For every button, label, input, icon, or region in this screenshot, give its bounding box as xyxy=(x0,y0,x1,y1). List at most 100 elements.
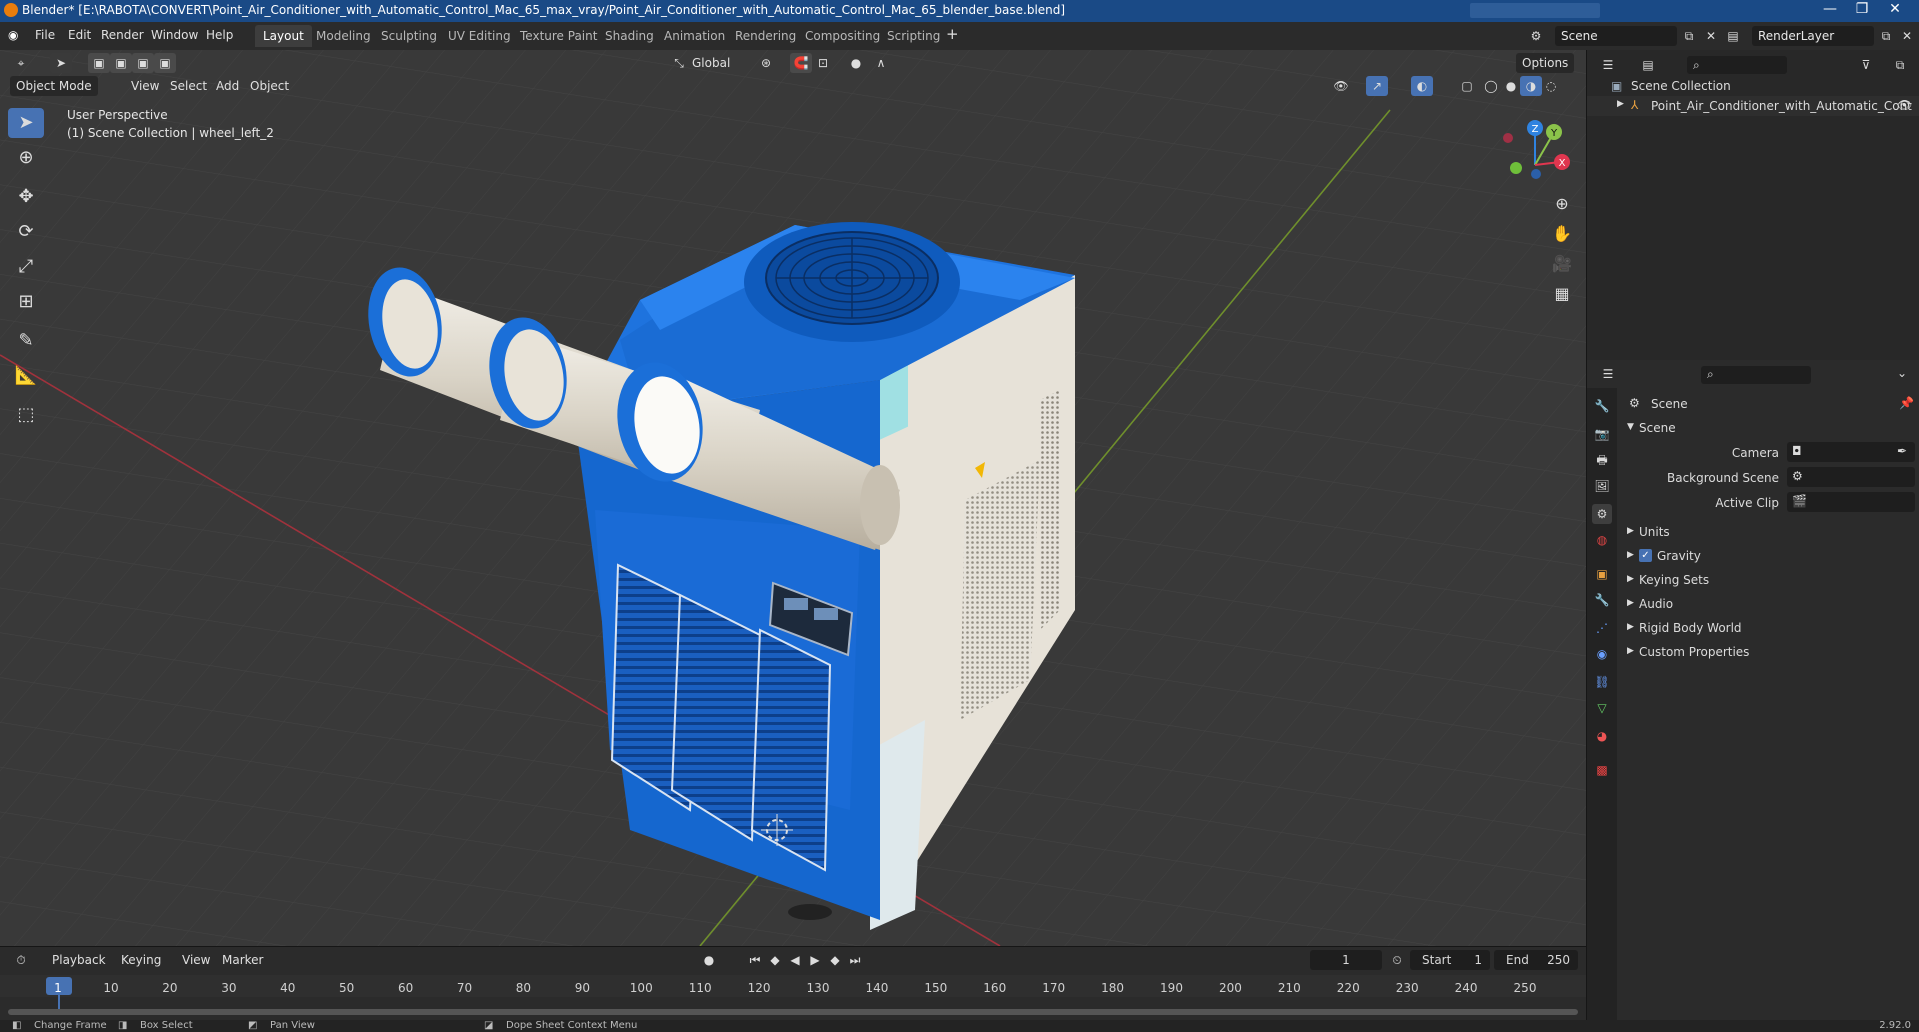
snap-target-icon[interactable]: ⊡ xyxy=(812,53,834,73)
new-view-layer-icon[interactable]: ⧉ xyxy=(1875,26,1897,46)
scene-tab-icon[interactable]: ⚙ xyxy=(1592,504,1612,524)
snap-toggle-icon[interactable]: 🧲 xyxy=(790,53,812,73)
new-scene-icon[interactable]: ⧉ xyxy=(1678,26,1700,46)
particles-tab-icon[interactable]: ⋰ xyxy=(1592,618,1612,638)
object-tab-icon[interactable]: ▣ xyxy=(1592,564,1612,584)
tab-compositing[interactable]: Compositing xyxy=(797,25,888,47)
gizmo-toggle-icon[interactable]: ↗ xyxy=(1366,76,1388,96)
options-dropdown[interactable]: Options xyxy=(1516,53,1575,73)
scene-collection-label[interactable]: Scene Collection xyxy=(1631,79,1731,93)
data-tab-icon[interactable]: ▽ xyxy=(1592,698,1612,718)
world-tab-icon[interactable]: ◍ xyxy=(1592,530,1612,550)
rigid-body-expand-icon[interactable]: ▶ xyxy=(1627,622,1634,632)
viewport-menu-view[interactable]: View xyxy=(125,76,165,96)
output-tab-icon[interactable]: 🖶 xyxy=(1592,450,1612,470)
visibility-icon[interactable]: 👁 xyxy=(1330,76,1352,96)
delete-view-layer-icon[interactable]: ✕ xyxy=(1896,26,1918,46)
properties-options-icon[interactable]: ⌄ xyxy=(1897,366,1907,380)
move-tool-icon[interactable]: ✥ xyxy=(8,182,44,212)
constraints-tab-icon[interactable]: ⛓ xyxy=(1592,672,1612,692)
modifier-tab-icon[interactable]: 🔧 xyxy=(1592,590,1612,610)
select-box-tool-icon[interactable]: ➤ xyxy=(8,108,44,138)
audio-expand-icon[interactable]: ▶ xyxy=(1627,598,1634,608)
timeline-menu-playback[interactable]: Playback xyxy=(46,950,112,970)
timeline-scrollbar[interactable] xyxy=(8,1009,1578,1015)
view-layer-field[interactable]: RenderLayer xyxy=(1752,26,1874,46)
measure-tool-icon[interactable]: 📐 xyxy=(8,361,44,391)
units-panel[interactable]: Units xyxy=(1639,525,1670,539)
background-scene-field[interactable] xyxy=(1787,467,1915,487)
tab-sculpting[interactable]: Sculpting xyxy=(373,25,445,47)
timeline-menu-keying[interactable]: Keying xyxy=(115,950,167,970)
tab-rendering[interactable]: Rendering xyxy=(727,25,804,47)
jump-end-icon[interactable]: ⏭ xyxy=(844,950,866,970)
tab-layout[interactable]: Layout xyxy=(255,25,312,47)
falloff-icon[interactable]: ∧ xyxy=(870,53,892,73)
material-tab-icon[interactable]: ◕ xyxy=(1592,726,1612,746)
transform-tool-icon[interactable]: ⊞ xyxy=(8,287,44,317)
viewport-menu-select[interactable]: Select xyxy=(164,76,213,96)
physics-tab-icon[interactable]: ◉ xyxy=(1592,644,1612,664)
view-layer-tab-icon[interactable]: 🖼 xyxy=(1592,476,1612,496)
blender-menu-icon[interactable]: ◉ xyxy=(8,28,18,42)
menu-render[interactable]: Render xyxy=(101,28,144,42)
outliner-row[interactable]: ▶ ⅄ Point_Air_Conditioner_with_Automatic… xyxy=(1587,96,1919,116)
transform-orientation-dropdown[interactable]: Global xyxy=(686,53,736,73)
units-expand-icon[interactable]: ▶ xyxy=(1627,526,1634,536)
eyedropper-icon[interactable]: ✒ xyxy=(1897,444,1907,458)
select-subtract-icon[interactable]: ▣ xyxy=(132,53,154,73)
scene-selector-icon[interactable]: ⚙ xyxy=(1525,26,1547,46)
cursor-tool-icon[interactable]: ⊕ xyxy=(8,143,44,173)
rigid-body-world-panel[interactable]: Rigid Body World xyxy=(1639,621,1742,635)
object-mode-dropdown[interactable]: Object Mode xyxy=(10,76,98,96)
display-mode-icon[interactable]: ▤ xyxy=(1637,55,1659,75)
solid-shading-icon[interactable]: ● xyxy=(1500,76,1522,96)
timeline-editor-icon[interactable]: ⏱ xyxy=(10,950,32,970)
next-keyframe-icon[interactable]: ◆ xyxy=(824,950,846,970)
properties-editor-icon[interactable]: ☰ xyxy=(1597,364,1619,384)
visibility-eye-icon[interactable]: 👁 xyxy=(1897,98,1912,112)
tab-texture-paint[interactable]: Texture Paint xyxy=(512,25,605,47)
wireframe-shading-icon[interactable]: ◯ xyxy=(1480,76,1502,96)
material-shading-icon[interactable]: ◑ xyxy=(1520,76,1542,96)
tab-uv-editing[interactable]: UV Editing xyxy=(440,25,519,47)
outliner-filter-icon[interactable]: ⊽ xyxy=(1855,55,1877,75)
outliner-editor-icon[interactable]: ☰ xyxy=(1597,55,1619,75)
rotate-tool-icon[interactable]: ⟳ xyxy=(8,217,44,247)
properties-search-field[interactable] xyxy=(1701,366,1811,384)
custom-properties-panel[interactable]: Custom Properties xyxy=(1639,645,1749,659)
delete-scene-icon[interactable]: ✕ xyxy=(1700,26,1722,46)
tab-shading[interactable]: Shading xyxy=(597,25,662,47)
proportional-edit-icon[interactable]: ● xyxy=(845,53,867,73)
zoom-view-icon[interactable]: ⊕ xyxy=(1548,190,1576,218)
menu-help[interactable]: Help xyxy=(206,28,233,42)
camera-view-icon[interactable]: 🎥 xyxy=(1548,250,1576,278)
overlay-toggle-icon[interactable]: ◐ xyxy=(1411,76,1433,96)
new-collection-icon[interactable]: ⧉ xyxy=(1889,55,1911,75)
texture-tab-icon[interactable]: ▩ xyxy=(1592,760,1612,780)
play-reverse-icon[interactable]: ◀ xyxy=(784,950,806,970)
select-mode-icon[interactable]: ➤ xyxy=(50,53,72,73)
menu-edit[interactable]: Edit xyxy=(68,28,91,42)
audio-panel[interactable]: Audio xyxy=(1639,597,1673,611)
tab-scripting[interactable]: Scripting xyxy=(879,25,948,47)
annotate-tool-icon[interactable]: ✎ xyxy=(8,326,44,356)
tool-tab-icon[interactable]: 🔧 xyxy=(1592,396,1612,416)
scene-panel-arrow-icon[interactable]: ▼ xyxy=(1627,422,1634,432)
add-workspace-icon[interactable]: + xyxy=(946,25,959,43)
select-extend-icon[interactable]: ▣ xyxy=(110,53,132,73)
pivot-point-icon[interactable]: ⊛ xyxy=(755,53,777,73)
editor-type-icon[interactable]: ⌖ xyxy=(10,53,32,73)
start-frame-field[interactable]: Start 1 xyxy=(1410,950,1490,970)
custom-props-expand-icon[interactable]: ▶ xyxy=(1627,646,1634,656)
xray-toggle-icon[interactable]: ▢ xyxy=(1456,76,1478,96)
timeline-menu-marker[interactable]: Marker xyxy=(216,950,269,970)
view-layer-icon[interactable]: ▤ xyxy=(1722,26,1744,46)
viewport-menu-object[interactable]: Object xyxy=(244,76,295,96)
gravity-expand-icon[interactable]: ▶ xyxy=(1627,550,1634,560)
keying-sets-panel[interactable]: Keying Sets xyxy=(1639,573,1709,587)
gravity-panel[interactable]: Gravity xyxy=(1657,549,1701,563)
select-invert-icon[interactable]: ▣ xyxy=(154,53,176,73)
render-tab-icon[interactable]: 📷 xyxy=(1592,424,1612,444)
3d-viewport[interactable]: Z Y X ⌖ ➤ ▣ ▣ ▣ ▣ ⤡ Global ⊛ 🧲 ⊡ ● ∧ Opt… xyxy=(0,50,1586,946)
